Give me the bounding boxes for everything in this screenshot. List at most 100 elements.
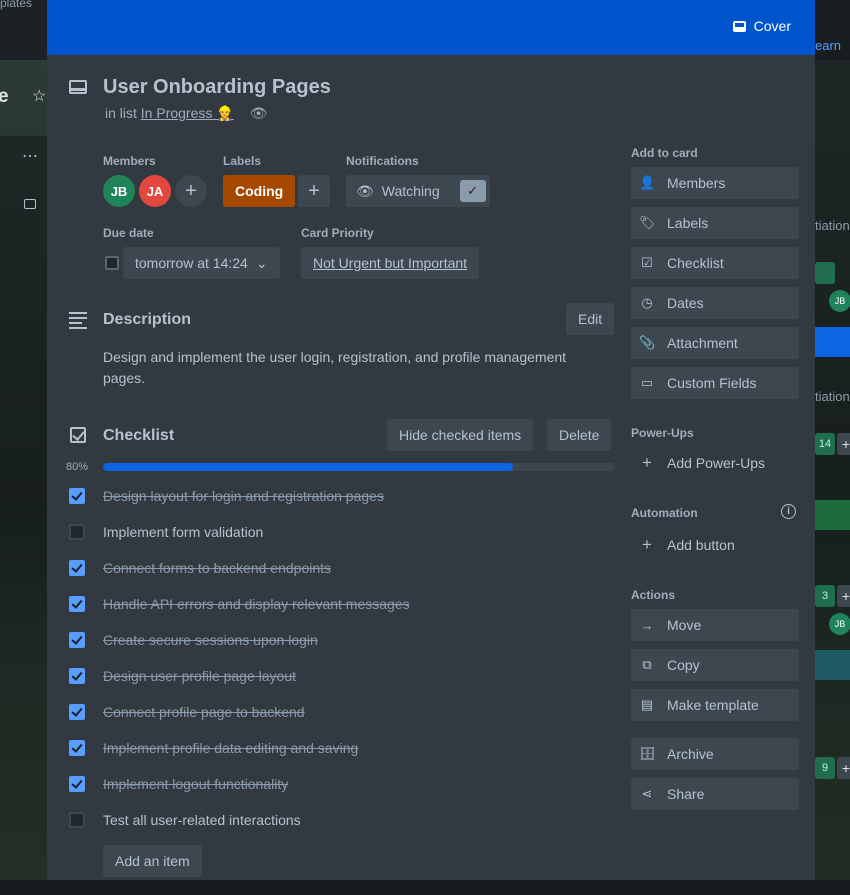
sidebar-members-button[interactable]: 👤 Members	[631, 167, 799, 199]
chevron-down-icon: ⌄	[255, 254, 268, 271]
checklist-badge: +	[837, 585, 850, 607]
info-icon[interactable]: i	[781, 504, 796, 519]
copy-button[interactable]: ⧉ Copy	[631, 649, 799, 681]
add-item-button[interactable]: Add an item	[103, 845, 202, 877]
card-priority-button[interactable]: Not Urgent but Important	[301, 247, 480, 279]
checklist-badge: +	[837, 757, 850, 779]
watching-label: Watching	[381, 183, 440, 199]
add-powerups-button[interactable]: + Add Power-Ups	[631, 447, 799, 479]
progress-percent: 80%	[66, 461, 89, 473]
checklist-item[interactable]: Design user profile page layout	[69, 665, 609, 687]
card-title[interactable]: User Onboarding Pages	[103, 76, 331, 99]
checklist-item-checkbox[interactable]	[69, 776, 85, 792]
action-label: Share	[667, 786, 705, 802]
automation-label: Automation	[631, 506, 698, 520]
checklist-item-checkbox[interactable]	[69, 740, 85, 756]
board-list-left: ⋯	[0, 136, 47, 880]
make-template-button[interactable]: ▤ Make template	[631, 689, 799, 721]
checklist-item[interactable]: Implement form validation	[69, 521, 609, 543]
labels-label: Labels	[223, 154, 262, 168]
card-detail-modal: Cover User Onboarding Pages in list In P…	[47, 0, 815, 880]
checklist-item[interactable]: Test all user-related interactions	[69, 809, 609, 831]
delete-checklist-button[interactable]: Delete	[547, 419, 612, 451]
powerups-label: Power-Ups	[631, 426, 694, 440]
avatar: JB	[829, 613, 850, 635]
checklist-item-text[interactable]: Connect forms to backend endpoints	[103, 560, 331, 576]
card-cover	[815, 327, 850, 357]
checklist-item-text[interactable]: Implement form validation	[103, 524, 263, 540]
checklist-item-text[interactable]: Handle API errors and display relevant m…	[103, 596, 410, 612]
more-icon[interactable]: ⋯	[22, 146, 39, 166]
add-member-button[interactable]: +	[175, 175, 207, 207]
checklist-item-checkbox[interactable]	[69, 632, 85, 648]
checklist-item-text[interactable]: Design layout for login and registration…	[103, 488, 384, 504]
members-label: Members	[103, 154, 156, 168]
clock-icon: ◷	[641, 295, 653, 310]
checklist-icon	[70, 427, 86, 443]
checklist-item-text[interactable]: Connect profile page to backend	[103, 704, 305, 720]
checklist-item-text[interactable]: Implement logout functionality	[103, 776, 288, 792]
checklist-item-checkbox[interactable]	[69, 524, 85, 540]
checklist-item-checkbox[interactable]	[69, 488, 85, 504]
cover-button[interactable]: Cover	[732, 18, 791, 34]
checklist-item[interactable]: Implement profile data editing and savin…	[69, 737, 609, 759]
watch-button[interactable]: 👁 Watching ✓	[346, 175, 490, 207]
checklist-heading[interactable]: Checklist	[103, 427, 174, 445]
custom-fields-icon: ▭	[640, 375, 654, 390]
checklist-item-checkbox[interactable]	[69, 812, 85, 828]
due-date-label: Due date	[103, 226, 154, 240]
checklist-item[interactable]: Design layout for login and registration…	[69, 485, 609, 507]
sidebar-button-label: Dates	[667, 295, 704, 311]
checklist-item-text[interactable]: Implement profile data editing and savin…	[103, 740, 358, 756]
share-icon: ⋖	[641, 786, 653, 801]
archive-button[interactable]: 🗄 Archive	[631, 738, 799, 770]
avatar[interactable]: JB	[103, 175, 135, 207]
star-icon[interactable]: ☆	[32, 86, 46, 106]
checklist-item[interactable]: Connect profile page to backend	[69, 701, 609, 723]
list-link[interactable]: In Progress 👷	[141, 105, 234, 121]
sidebar-button-label: Labels	[667, 215, 709, 231]
action-label: Copy	[667, 657, 700, 673]
eye-icon: 👁	[356, 182, 374, 199]
share-button[interactable]: ⋖ Share	[631, 778, 799, 810]
checklist-item-checkbox[interactable]	[69, 668, 85, 684]
board-title-fragment: e	[0, 86, 9, 107]
sidebar-attachment-button[interactable]: 📎 Attachment	[631, 327, 799, 359]
avatar[interactable]: JA	[139, 175, 171, 207]
due-date-value: tomorrow at 14:24	[135, 255, 248, 271]
sidebar-dates-button[interactable]: ◷ Dates	[631, 287, 799, 319]
sidebar-labels-button[interactable]: 🏷 Labels	[631, 207, 799, 239]
checklist-item-text[interactable]: Design user profile page layout	[103, 668, 296, 684]
add-label-button[interactable]: +	[298, 175, 330, 207]
checklist-item-text[interactable]: Create secure sessions upon login	[103, 632, 318, 648]
sidebar-custom-fields-button[interactable]: ▭ Custom Fields	[631, 367, 799, 399]
label-chip[interactable]: Coding	[223, 175, 296, 207]
checklist-item-checkbox[interactable]	[69, 704, 85, 720]
edit-description-button[interactable]: Edit	[566, 303, 615, 335]
checklist-item-checkbox[interactable]	[69, 596, 85, 612]
checklist-item[interactable]: Create secure sessions upon login	[69, 629, 609, 651]
in-list-prefix: in list	[105, 105, 137, 121]
action-label: Make template	[667, 697, 759, 713]
checklist-item[interactable]: Handle API errors and display relevant m…	[69, 593, 609, 615]
description-text[interactable]: Design and implement the user login, reg…	[103, 347, 603, 389]
hide-checked-items-button[interactable]: Hide checked items	[387, 419, 534, 451]
add-automation-button[interactable]: + Add button	[631, 529, 799, 561]
checklist-item[interactable]: Connect forms to backend endpoints	[69, 557, 609, 579]
template-icon	[24, 199, 36, 209]
learn-link[interactable]: earn	[815, 38, 841, 53]
sidebar-button-label: Checklist	[667, 255, 724, 271]
date-chip: 3	[815, 585, 835, 607]
move-button[interactable]: → Move	[631, 609, 799, 641]
due-complete-checkbox[interactable]	[105, 256, 119, 270]
sidebar-button-label: Attachment	[667, 335, 738, 351]
checklist-item-text[interactable]: Test all user-related interactions	[103, 812, 301, 828]
actions-label: Actions	[631, 588, 676, 602]
card-cover-banner: Cover	[47, 0, 815, 55]
sidebar-checklist-button[interactable]: ☑ Checklist	[631, 247, 799, 279]
description-icon	[69, 312, 87, 332]
checklist-item-checkbox[interactable]	[69, 560, 85, 576]
due-date-button[interactable]: tomorrow at 14:24 ⌄	[123, 247, 280, 279]
checklist-item[interactable]: Implement logout functionality	[69, 773, 609, 795]
card-priority-label: Card Priority	[301, 226, 374, 240]
